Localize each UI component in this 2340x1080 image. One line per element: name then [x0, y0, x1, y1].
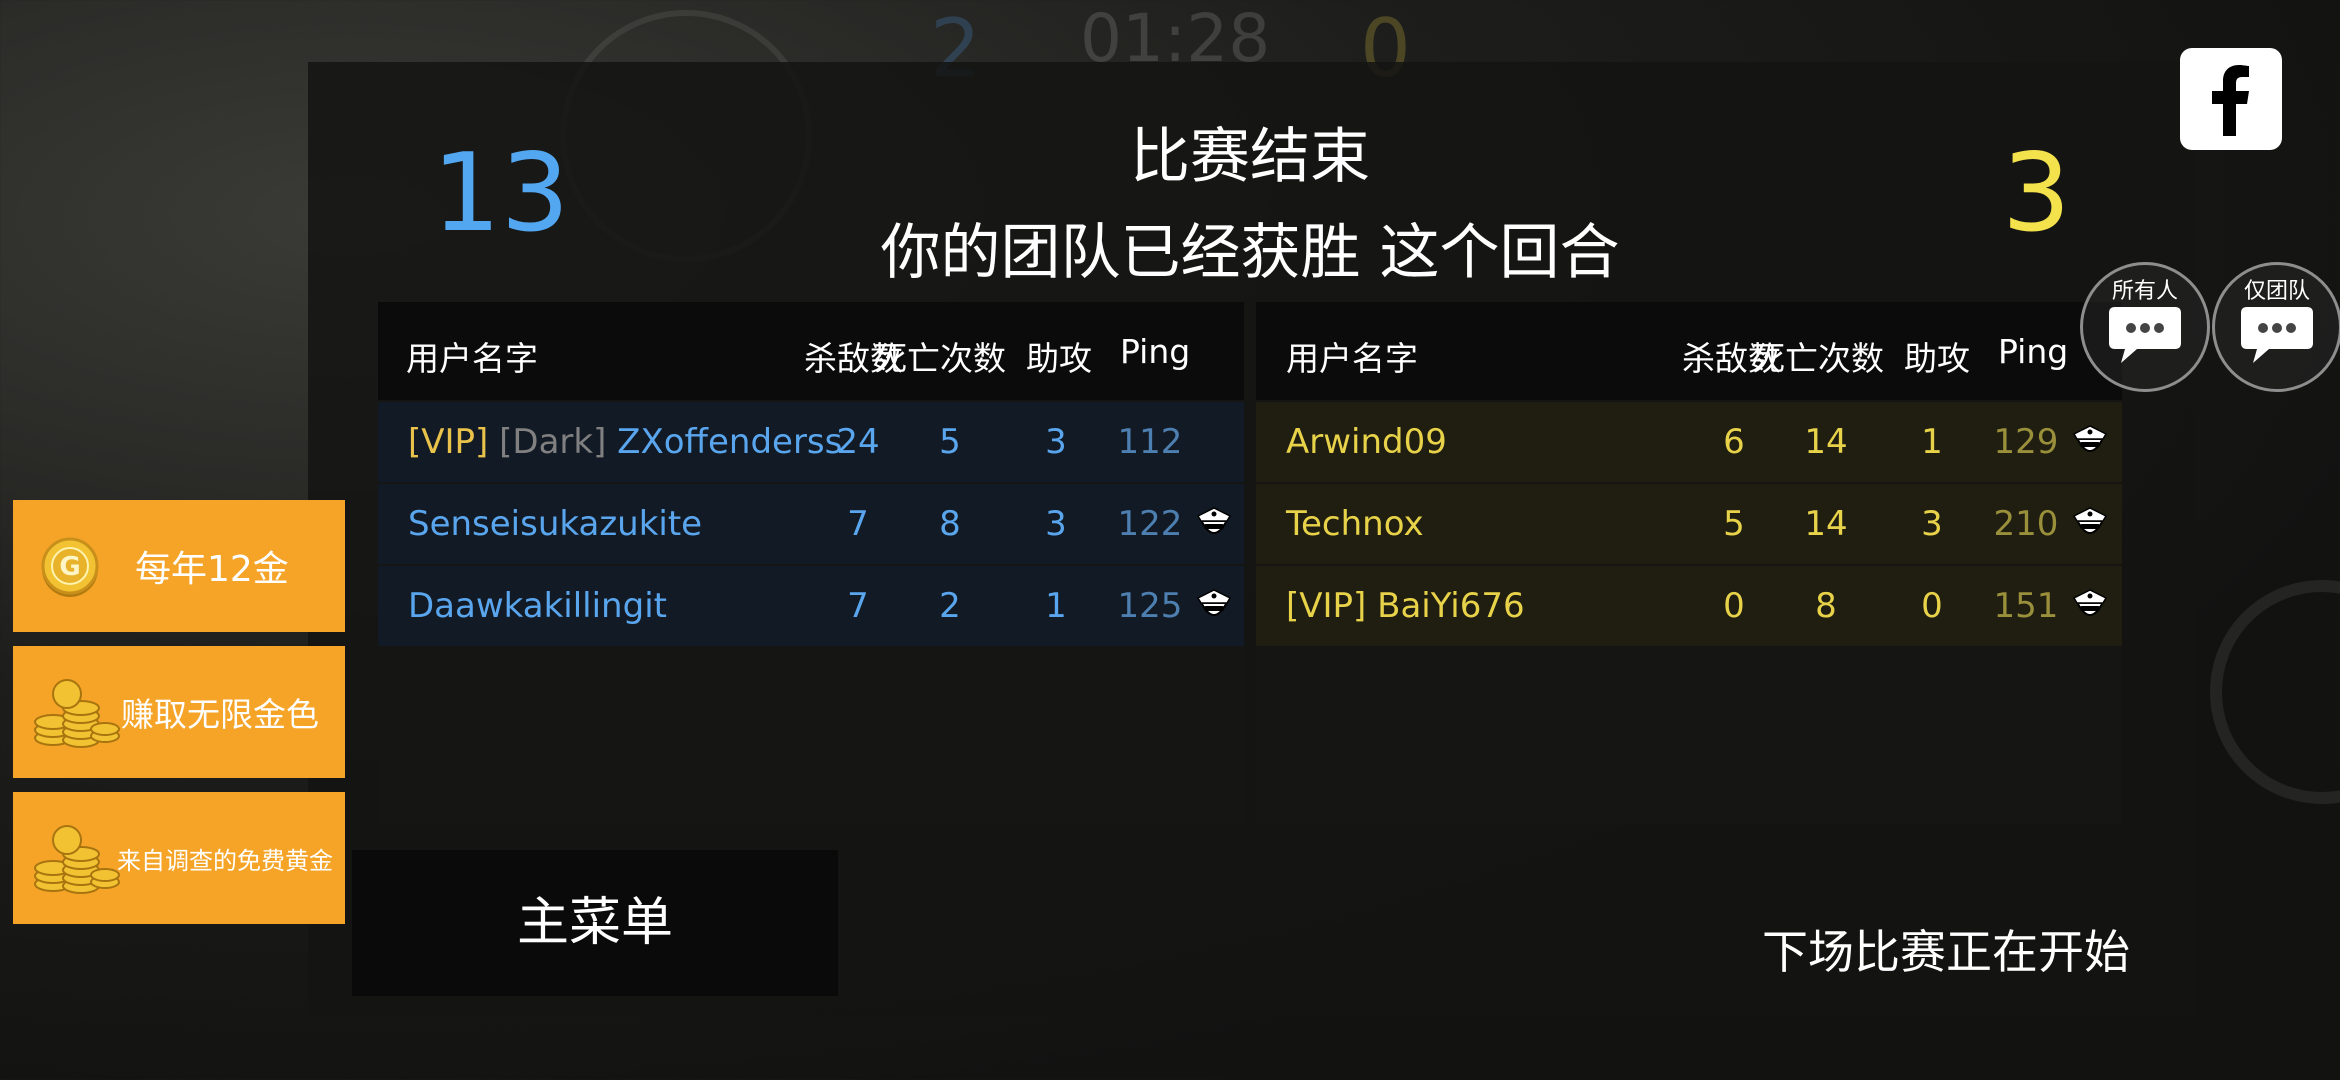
player-name: Daawkakillingit [408, 586, 667, 626]
player-row[interactable]: [VIP] [Dark] ZXoffenderss 24 5 3 112 [378, 402, 1244, 482]
gold-coin-icon: G [41, 537, 99, 597]
player-assists: 3 [1045, 504, 1067, 544]
col-username: 用户名字 [1286, 339, 1418, 378]
col-username: 用户名字 [406, 339, 538, 378]
facebook-button[interactable] [2180, 48, 2282, 150]
player-name: Senseisukazukite [408, 504, 703, 544]
chat-all-button[interactable]: 所有人 [2080, 262, 2210, 392]
coin-stack-icon [34, 679, 120, 748]
facebook-icon [2212, 65, 2249, 136]
player-name: Arwind09 [1286, 422, 1447, 462]
player-row[interactable]: Arwind09 6 14 1 129 [1256, 402, 2122, 482]
yellow-team-table: 用户名字 杀敌数 死亡次数 助攻 Ping Arwind09 6 14 1 12… [1256, 302, 2122, 824]
player-deaths: 8 [1815, 586, 1837, 626]
promo-label: 每年12金 [135, 549, 289, 590]
match-over-title: 比赛结束 [1130, 122, 1370, 192]
col-deaths: 死亡次数 [1752, 339, 1884, 378]
coin-stack-icon [34, 825, 120, 894]
table-header: 用户名字 杀敌数 死亡次数 助攻 Ping [378, 302, 1244, 400]
player-row[interactable]: Daawkakillingit 7 2 1 125 [378, 566, 1244, 646]
player-name: [VIP] BaiYi676 [1286, 586, 1525, 626]
col-ping: Ping [1998, 332, 2069, 371]
player-deaths: 5 [939, 422, 961, 462]
player-row[interactable]: [VIP] BaiYi676 0 8 0 151 [1256, 566, 2122, 646]
chat-all-label: 所有人 [2111, 279, 2178, 304]
player-ping: 125 [1117, 586, 1183, 626]
player-assists: 0 [1921, 586, 1943, 626]
player-assists: 1 [1921, 422, 1943, 462]
chat-bubble-icon [2109, 307, 2181, 363]
chat-team-button[interactable]: 仅团队 [2212, 262, 2340, 392]
player-kills: 5 [1723, 504, 1745, 544]
player-kills: 6 [1723, 422, 1745, 462]
police-officer-icon [2072, 425, 2108, 452]
police-officer-icon [2072, 589, 2108, 616]
player-ping: 151 [1993, 586, 2059, 626]
player-row[interactable]: Technox 5 14 3 210 [1256, 484, 2122, 564]
promo-label: 赚取无限金色 [121, 695, 319, 734]
col-deaths: 死亡次数 [874, 339, 1006, 378]
blue-team-score: 13 [432, 131, 570, 256]
col-ping: Ping [1120, 332, 1191, 371]
player-assists: 3 [1921, 504, 1943, 544]
player-name: Technox [1286, 504, 1424, 544]
player-ping: 112 [1117, 422, 1183, 462]
player-kills: 0 [1723, 586, 1745, 626]
player-deaths: 14 [1804, 422, 1848, 462]
player-assists: 1 [1045, 586, 1067, 626]
next-match-status: 下场比赛正在开始 [1762, 925, 2130, 979]
player-assists: 3 [1045, 422, 1067, 462]
player-row[interactable]: Senseisukazukite 7 8 3 122 [378, 484, 1244, 564]
svg-text:G: G [59, 552, 80, 582]
table-header: 用户名字 杀敌数 死亡次数 助攻 Ping [1256, 302, 2122, 400]
player-ping: 129 [1993, 422, 2059, 462]
promo-unlimited-gold-button[interactable]: 赚取无限金色 [13, 646, 345, 778]
player-name: [VIP] [Dark] ZXoffenderss [408, 422, 843, 462]
player-kills: 24 [836, 422, 880, 462]
promo-label: 来自调查的免费黄金 [117, 846, 333, 875]
police-officer-icon [2072, 507, 2108, 534]
player-kills: 7 [847, 504, 869, 544]
chat-bubble-icon [2241, 307, 2313, 363]
player-ping: 122 [1117, 504, 1183, 544]
promo-survey-gold-button[interactable]: 来自调查的免费黄金 [13, 792, 345, 924]
player-deaths: 2 [939, 586, 961, 626]
player-deaths: 8 [939, 504, 961, 544]
police-officer-icon [1196, 507, 1232, 534]
result-subtitle: 你的团队已经获胜 这个回合 [880, 218, 1620, 288]
player-ping: 210 [1993, 504, 2059, 544]
yellow-team-rows: Arwind09 6 14 1 129 Technox 5 14 3 210 [… [1256, 400, 2122, 646]
player-deaths: 14 [1804, 504, 1848, 544]
promo-yearly-gold-button[interactable]: G 每年12金 [13, 500, 345, 632]
bg-decoration [2210, 580, 2340, 804]
chat-team-label: 仅团队 [2243, 279, 2310, 304]
yellow-team-score: 3 [2002, 131, 2071, 256]
col-assists: 助攻 [1904, 339, 1970, 378]
police-officer-icon [1196, 589, 1232, 616]
blue-team-table: 用户名字 杀敌数 死亡次数 助攻 Ping [VIP] [Dark] ZXoff… [378, 302, 1244, 824]
col-assists: 助攻 [1026, 339, 1092, 378]
blue-team-rows: [VIP] [Dark] ZXoffenderss 24 5 3 112 Sen… [378, 400, 1244, 646]
player-kills: 7 [847, 586, 869, 626]
main-menu-button[interactable]: 主菜单 [352, 850, 838, 996]
